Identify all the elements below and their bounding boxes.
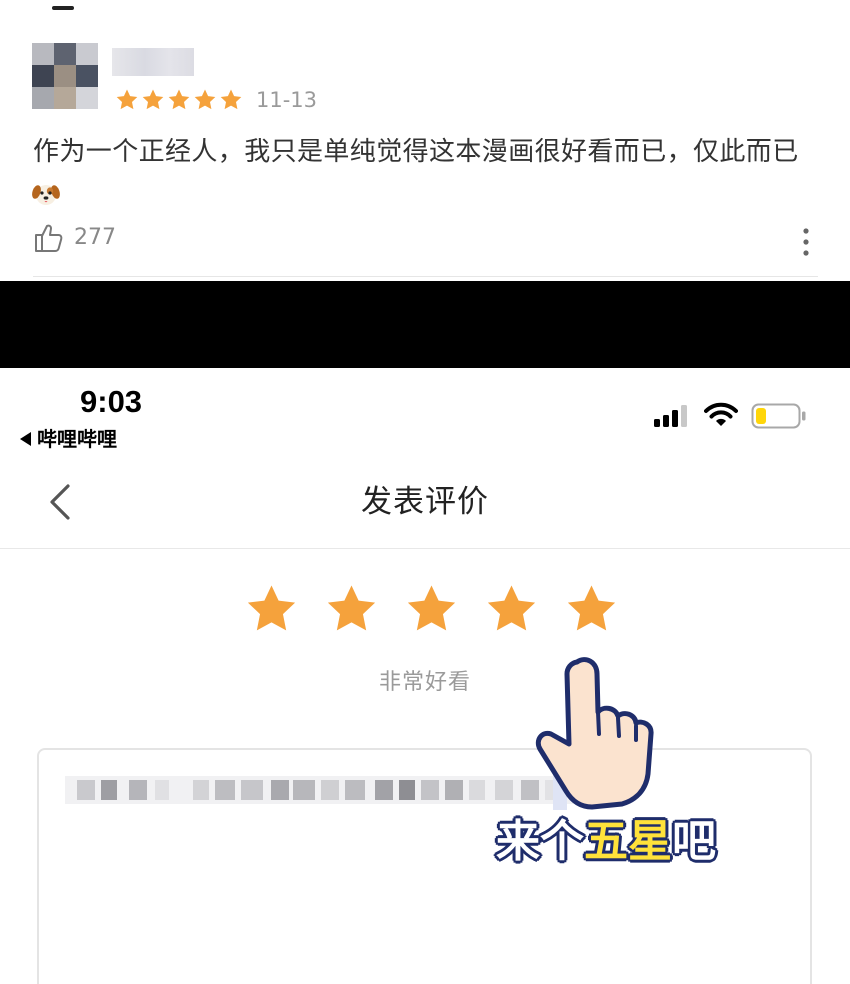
star-icon <box>142 89 164 110</box>
wifi-icon <box>704 402 738 426</box>
thumbs-up-icon[interactable] <box>33 222 65 254</box>
username[interactable] <box>112 48 194 76</box>
dog-face-icon <box>32 185 60 205</box>
battery-icon <box>751 403 806 429</box>
cta-overlay-text: 来个五星吧 <box>495 814 718 870</box>
review-text: 作为一个正经人，我只是单纯觉得这本漫画很好看而已，仅此而已 <box>33 137 799 167</box>
rating-star-1[interactable] <box>244 582 299 637</box>
separator-band <box>0 281 850 368</box>
review-rating-stars <box>115 88 243 112</box>
back-triangle-icon <box>20 432 31 446</box>
rating-star-4[interactable] <box>484 582 539 637</box>
avatar[interactable] <box>32 43 98 109</box>
star-icon <box>194 89 216 110</box>
back-app-label: 哔哩哔哩 <box>37 427 117 451</box>
rating-star-2[interactable] <box>324 582 379 637</box>
cta-highlight: 五星 <box>583 815 674 869</box>
cta-suffix: 吧 <box>671 815 718 869</box>
cellular-signal-icon <box>654 405 687 427</box>
rating-screen: 9:03 哔哩哔哩 发表评价 非常好看 来个五星吧 <box>0 368 850 984</box>
rating-label: 非常好看 <box>378 670 471 695</box>
more-vertical-icon[interactable] <box>799 226 813 258</box>
back-to-app-button[interactable]: 哔哩哔哩 <box>20 426 117 452</box>
divider <box>33 276 818 277</box>
review-card: 11-13 作为一个正经人，我只是单纯觉得这本漫画很好看而已，仅此而已 277 <box>0 0 850 281</box>
top-dash <box>52 6 74 10</box>
star-icon <box>168 89 190 110</box>
rating-star-selector[interactable] <box>244 582 619 637</box>
blurred-text <box>65 776 605 804</box>
star-icon <box>220 89 242 110</box>
pointing-hand-icon <box>535 657 654 810</box>
star-icon <box>116 89 138 110</box>
review-date: 11-13 <box>256 88 318 112</box>
cta-prefix: 来个 <box>495 815 586 869</box>
like-count: 277 <box>74 225 116 250</box>
rating-star-5[interactable] <box>564 582 619 637</box>
rating-star-3[interactable] <box>404 582 459 637</box>
page-title: 发表评价 <box>361 484 489 520</box>
divider <box>0 548 850 549</box>
status-time: 9:03 <box>80 384 143 419</box>
